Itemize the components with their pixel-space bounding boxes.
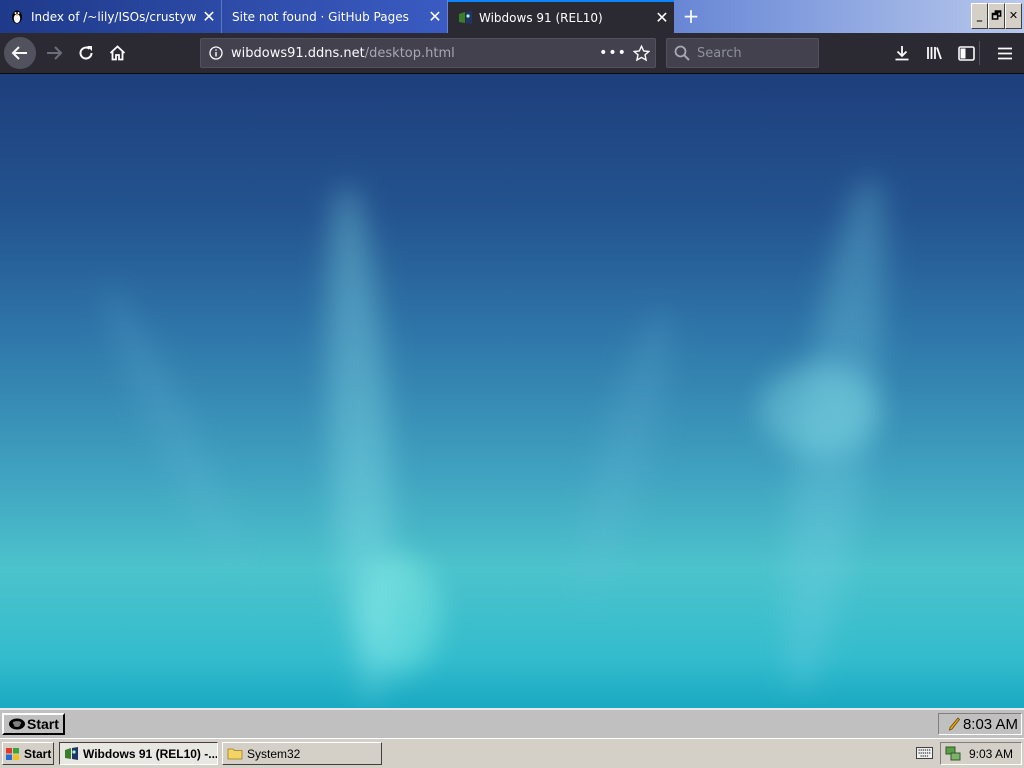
os-task-button-browser[interactable]: Wibdows 91 (REL10) -... — [59, 742, 218, 765]
wibdows-taskbar: Start 8:03 AM — [0, 708, 1024, 738]
wallpaper-light-glow — [360, 554, 440, 674]
reload-icon — [79, 46, 93, 60]
wibdows-clock: 8:03 AM — [962, 715, 1018, 733]
penguin-favicon-icon — [9, 9, 25, 25]
back-arrow-icon — [11, 46, 27, 60]
os-taskbar: Start Wibdows 91 (REL10) -... System32 9… — [0, 738, 1024, 768]
search-icon — [667, 45, 697, 61]
tab-close-icon[interactable]: ✕ — [423, 0, 447, 33]
tab-title: Wibdows 91 (REL10) — [479, 10, 603, 25]
pencil-tray-icon[interactable] — [948, 717, 960, 731]
hamburger-menu-button[interactable] — [989, 37, 1021, 69]
os-task-label: System32 — [247, 746, 301, 761]
tab-title: Index of /~lily/ISOs/crustywindow — [31, 9, 197, 24]
hamburger-icon — [998, 47, 1012, 59]
url-bar[interactable]: wibdows91.ddns.net/desktop.html ••• — [200, 38, 656, 68]
url-host: wibdows91.ddns.net — [231, 45, 365, 61]
forward-button[interactable] — [38, 37, 70, 69]
library-icon — [926, 47, 942, 60]
window-close-button[interactable]: ✕ — [1005, 3, 1022, 29]
site-info-icon[interactable] — [201, 46, 231, 60]
tab-strip: Index of /~lily/ISOs/crustywindow ✕ Site… — [0, 0, 1024, 33]
navigation-toolbar: wibdows91.ddns.net/desktop.html ••• — [0, 33, 1024, 74]
url-text[interactable]: wibdows91.ddns.net/desktop.html — [231, 46, 599, 61]
home-icon — [109, 45, 125, 61]
sidebar-toggle-button[interactable] — [950, 37, 982, 69]
os-task-button-system32[interactable]: System32 — [222, 742, 382, 765]
wallpaper-light-glow — [760, 364, 880, 454]
network-tray-icon[interactable] — [945, 746, 961, 761]
start-label: Start — [27, 716, 59, 732]
tab-close-icon[interactable]: ✕ — [197, 0, 221, 33]
os-task-label: Wibdows 91 (REL10) -... — [83, 746, 218, 761]
wibdows-favicon-icon — [457, 10, 473, 26]
folder-icon — [227, 747, 243, 760]
os-start-button[interactable]: Start — [2, 742, 54, 765]
tab-title: Site not found · GitHub Pages — [232, 9, 409, 24]
page-actions-more-icon[interactable]: ••• — [599, 45, 627, 61]
back-button[interactable] — [4, 37, 36, 69]
os-system-tray: 9:03 AM — [940, 742, 1022, 765]
downloads-button[interactable] — [886, 37, 918, 69]
download-icon — [895, 46, 909, 61]
window-minimize-button[interactable]: _ — [971, 3, 988, 29]
tab-index-of-isos[interactable]: Index of /~lily/ISOs/crustywindow ✕ — [0, 0, 222, 33]
keyboard-layout-icon[interactable] — [916, 747, 933, 759]
reload-button[interactable] — [70, 37, 102, 69]
url-path: /desktop.html — [364, 45, 455, 61]
tab-close-icon[interactable]: ✕ — [650, 1, 674, 34]
library-button[interactable] — [918, 37, 950, 69]
wibdows-system-tray: 8:03 AM — [938, 713, 1022, 735]
new-tab-button[interactable]: + — [678, 0, 704, 33]
wibdows-logo-icon — [8, 717, 26, 731]
desktop-wallpaper[interactable] — [0, 74, 1024, 708]
sidebar-icon — [957, 45, 975, 61]
search-input[interactable] — [697, 45, 807, 61]
tab-wibdows-91[interactable]: Wibdows 91 (REL10) ✕ — [448, 0, 674, 33]
search-bar[interactable] — [666, 38, 819, 68]
windows-logo-icon — [5, 747, 20, 761]
wallpaper-light-streak — [562, 302, 688, 606]
bookmark-star-icon[interactable] — [627, 44, 655, 62]
forward-arrow-icon — [47, 46, 63, 60]
os-clock: 9:03 AM — [969, 746, 1014, 761]
tab-site-not-found[interactable]: Site not found · GitHub Pages ✕ — [222, 0, 448, 33]
toolbar-separator — [979, 41, 980, 65]
home-button[interactable] — [101, 37, 133, 69]
os-start-label: Start — [24, 746, 52, 761]
wibdows-start-button[interactable]: Start — [2, 713, 65, 735]
window-restore-button[interactable]: 🗗 — [988, 3, 1005, 29]
wallpaper-light-streak — [88, 279, 252, 569]
wibdows-favicon-icon — [64, 746, 79, 761]
